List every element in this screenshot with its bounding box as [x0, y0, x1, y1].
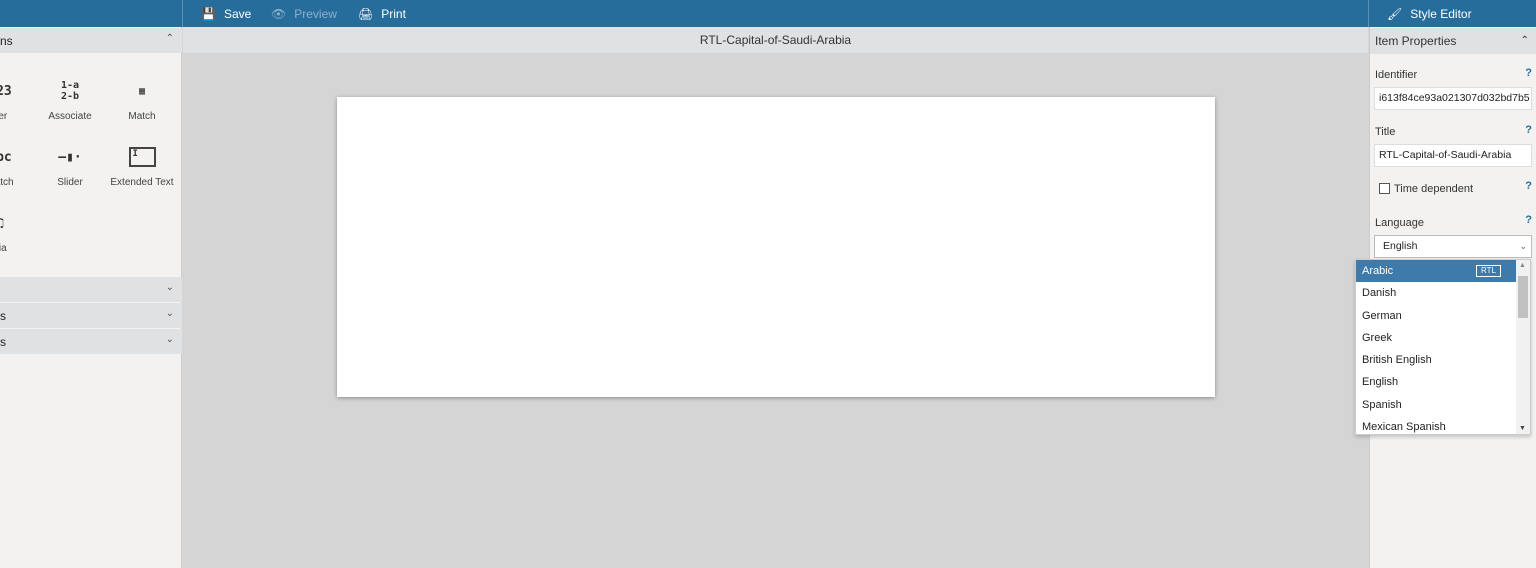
title-label: Title — [1375, 126, 1396, 138]
match-icon: ▦ — [138, 85, 146, 97]
chevron-down-icon: ⌄ — [165, 282, 174, 293]
save-icon: 💾 — [201, 6, 216, 21]
time-dependent-checkbox[interactable] — [1379, 183, 1390, 194]
save-label: Save — [223, 6, 252, 21]
language-option[interactable]: German — [1356, 305, 1517, 327]
slider-icon: —▮· — [58, 149, 82, 165]
identifier-label: Identifier — [1375, 69, 1418, 81]
tool-gap-match[interactable]: abc Match — [0, 143, 36, 189]
language-value: English — [1383, 240, 1418, 252]
preview-button[interactable]: 👁 Preview — [271, 0, 337, 27]
tool-slider[interactable]: —▮· Slider — [34, 143, 106, 189]
language-label: Language — [1375, 217, 1424, 229]
tool-order[interactable]: 123 der — [0, 77, 36, 123]
title-input[interactable]: RTL-Capital-of-Saudi-Arabia — [1374, 144, 1532, 167]
left-sidebar: ns ⌃ 123 der 1-a2-b Associate ▦ Match abc Mat… — [0, 27, 182, 568]
style-editor-label: Style Editor — [1410, 6, 1472, 21]
divider — [182, 0, 183, 27]
tool-extended-text[interactable]: I Extended Text — [106, 143, 178, 188]
help-icon[interactable]: ? — [1525, 124, 1532, 136]
tool-label: der — [0, 111, 8, 122]
chevron-up-icon: ⌃ — [165, 33, 174, 44]
print-icon: 🖨 — [358, 6, 374, 21]
tool-label: dia — [0, 243, 7, 254]
gap-match-icon: abc — [0, 149, 12, 165]
language-option[interactable]: British English — [1356, 349, 1517, 371]
time-dependent-label: Time dependent — [1394, 183, 1474, 195]
section-header[interactable]: ns ⌃ — [0, 28, 182, 53]
language-option[interactable]: Danish — [1356, 282, 1517, 304]
language-option[interactable]: Spanish — [1356, 394, 1517, 416]
order-icon: 123 — [0, 83, 12, 99]
panel-title: Item Properties — [1375, 34, 1457, 48]
save-button[interactable]: 💾 Save — [201, 0, 251, 27]
language-dropdown[interactable]: Arabic RTL Danish German Greek British En… — [1355, 259, 1531, 435]
tool-label: Slider — [57, 177, 83, 188]
dropdown-scrollbar[interactable]: ▲ ▼ — [1516, 260, 1530, 434]
preview-label: Preview — [294, 6, 337, 21]
tool-associate[interactable]: 1-a 2-b Associate — [34, 77, 106, 122]
section-title: s — [0, 308, 6, 323]
scroll-up-icon[interactable]: ▲ — [1519, 262, 1526, 269]
language-option[interactable]: Mexican Spanish — [1356, 416, 1517, 434]
brush-icon: 🖌 — [1387, 6, 1403, 21]
rtl-badge: RTL — [1476, 265, 1501, 277]
help-icon[interactable]: ? — [1525, 180, 1532, 192]
print-label: Print — [381, 6, 406, 21]
tool-label: Extended Text — [110, 177, 174, 188]
item-body[interactable] — [337, 97, 1215, 397]
divider — [1368, 0, 1369, 27]
section-header[interactable]: s ⌄ — [0, 329, 182, 354]
print-button[interactable]: 🖨 Print — [358, 0, 406, 27]
section-header[interactable]: s ⌄ — [0, 303, 182, 328]
chevron-up-icon: ⌃ — [1520, 35, 1529, 46]
section-title: s — [0, 334, 6, 349]
top-toolbar: 💾 Save 👁 Preview 🖨 Print 🖌 Style Editor — [0, 0, 1536, 27]
identifier-input[interactable]: i613f84ce93a021307d032bd7b5 — [1374, 87, 1532, 110]
tool-label: Associate — [48, 111, 92, 122]
media-icon: ♫ — [0, 209, 36, 237]
option-label: Arabic — [1362, 265, 1394, 277]
section-header[interactable]: ⌄ — [0, 277, 182, 302]
help-icon[interactable]: ? — [1525, 214, 1532, 226]
extended-text-icon: I — [106, 143, 178, 171]
scrollbar-thumb[interactable] — [1518, 276, 1528, 318]
tool-match[interactable]: ▦ Match — [106, 77, 178, 123]
language-option-arabic[interactable]: Arabic RTL — [1356, 260, 1517, 283]
section-title: ns — [0, 33, 13, 48]
chevron-down-icon: ⌄ — [165, 308, 174, 319]
eye-icon: 👁 — [271, 6, 287, 21]
language-select[interactable]: English ⌄ — [1374, 235, 1532, 258]
style-editor-button[interactable]: 🖌 Style Editor — [1387, 0, 1472, 27]
help-icon[interactable]: ? — [1525, 67, 1532, 79]
associate-icon: 1-a 2-b — [60, 80, 80, 102]
language-option[interactable]: English — [1356, 371, 1517, 393]
chevron-down-icon: ⌄ — [1519, 241, 1527, 251]
language-option[interactable]: Greek — [1356, 327, 1517, 349]
item-title-bar: RTL-Capital-of-Saudi-Arabia — [183, 27, 1368, 53]
chevron-down-icon: ⌄ — [165, 334, 174, 345]
tool-label: Match — [128, 111, 156, 122]
scroll-down-icon[interactable]: ▼ — [1519, 425, 1526, 432]
item-properties-header[interactable]: Item Properties ⌃ — [1370, 28, 1536, 54]
tool-label: Match — [0, 177, 14, 188]
tool-media[interactable]: ♫ dia — [0, 209, 36, 255]
